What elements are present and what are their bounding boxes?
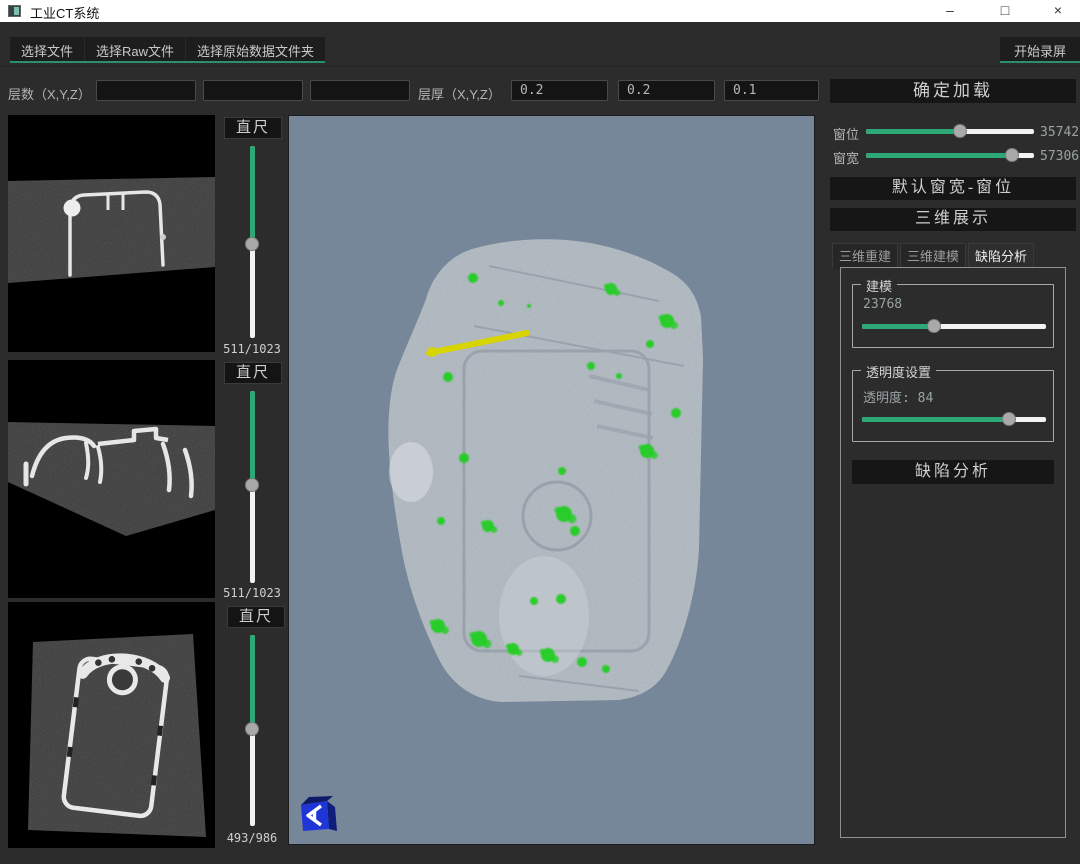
title-bar: 工业CT系统 – □ × bbox=[0, 0, 1080, 22]
window-width-label: 窗宽 bbox=[833, 148, 859, 167]
opacity-value-label: 透明度: 84 bbox=[863, 387, 933, 406]
layers-z-input[interactable] bbox=[310, 80, 410, 101]
slice-position-2: 511/1023 bbox=[216, 586, 288, 600]
ct-slice-top-view[interactable] bbox=[8, 115, 215, 352]
modeling-group-title: 建模 bbox=[861, 276, 897, 295]
modeling-value: 23768 bbox=[863, 297, 902, 312]
header-separator bbox=[0, 66, 1080, 67]
ct-slice-side-image bbox=[8, 602, 215, 848]
layers-y-input[interactable] bbox=[203, 80, 303, 101]
ct-slice-front-image bbox=[8, 360, 215, 598]
layers-x-input[interactable] bbox=[96, 80, 196, 101]
layers-label: 层数（X,Y,Z） bbox=[8, 84, 91, 103]
select-raw-file-button[interactable]: 选择Raw文件 bbox=[85, 37, 186, 61]
tab-defect-analysis[interactable]: 缺陷分析 bbox=[968, 243, 1034, 269]
window-level-value: 35742 bbox=[1040, 125, 1079, 140]
slider-handle[interactable] bbox=[245, 478, 259, 492]
slider-handle[interactable] bbox=[1005, 148, 1019, 162]
thickness-z-input[interactable] bbox=[724, 80, 819, 101]
opacity-slider[interactable] bbox=[862, 411, 1046, 427]
window-level-label: 窗位 bbox=[833, 124, 859, 143]
select-raw-folder-button[interactable]: 选择原始数据文件夹 bbox=[186, 37, 325, 61]
slider-handle[interactable] bbox=[927, 319, 941, 333]
thickness-y-input[interactable] bbox=[618, 80, 715, 101]
window-level-slider[interactable] bbox=[866, 123, 1034, 139]
tab-3d-reconstruction[interactable]: 三维重建 bbox=[832, 243, 898, 269]
thickness-x-input[interactable] bbox=[511, 80, 608, 101]
3d-display-button[interactable]: 三维展示 bbox=[830, 208, 1076, 231]
default-window-button[interactable]: 默认窗宽-窗位 bbox=[830, 177, 1076, 200]
slice-slider-2[interactable] bbox=[244, 391, 260, 583]
orientation-cube-logo bbox=[296, 794, 340, 836]
app-icon bbox=[8, 5, 21, 17]
tab-3d-modeling[interactable]: 三维建模 bbox=[900, 243, 966, 269]
defect-analysis-button[interactable]: 缺陷分析 bbox=[852, 460, 1054, 484]
thickness-label: 层厚（X,Y,Z） bbox=[418, 84, 501, 103]
slider-handle[interactable] bbox=[953, 124, 967, 138]
opacity-group-title: 透明度设置 bbox=[861, 362, 936, 381]
window-width-value: 57306 bbox=[1040, 149, 1079, 164]
industrial-ct-app-window: 工业CT系统 – □ × 选择文件 选择Raw文件 选择原始数据文件夹 开始录屏… bbox=[0, 0, 1080, 864]
slider-handle[interactable] bbox=[245, 722, 259, 736]
close-button[interactable]: × bbox=[1038, 0, 1078, 22]
slice-position-3: 493/986 bbox=[216, 831, 288, 845]
maximize-button[interactable]: □ bbox=[985, 0, 1025, 22]
3d-viewport[interactable] bbox=[288, 115, 815, 845]
ruler-button-3[interactable]: 直尺 bbox=[227, 606, 285, 628]
slider-handle[interactable] bbox=[245, 237, 259, 251]
slice-position-1: 511/1023 bbox=[216, 342, 288, 356]
modeling-groupbox: 建模 23768 bbox=[852, 284, 1054, 348]
window-title: 工业CT系统 bbox=[30, 3, 99, 22]
ruler-button-1[interactable]: 直尺 bbox=[224, 117, 282, 139]
defect-analysis-panel: 建模 23768 透明度设置 透明度: 84 缺陷分析 bbox=[840, 267, 1066, 838]
ct-slice-top-image bbox=[8, 115, 215, 352]
modeling-slider[interactable] bbox=[862, 318, 1046, 334]
file-toolbar: 选择文件 选择Raw文件 选择原始数据文件夹 bbox=[10, 37, 325, 63]
analysis-tabs: 三维重建 三维建模 缺陷分析 bbox=[832, 243, 1034, 269]
slice-slider-3[interactable] bbox=[244, 635, 260, 826]
window-width-slider[interactable] bbox=[866, 147, 1034, 163]
slice-slider-1[interactable] bbox=[244, 146, 260, 338]
slider-handle[interactable] bbox=[1002, 412, 1016, 426]
ruler-button-2[interactable]: 直尺 bbox=[224, 362, 282, 384]
opacity-groupbox: 透明度设置 透明度: 84 bbox=[852, 370, 1054, 442]
ct-slice-front-view[interactable] bbox=[8, 360, 215, 598]
minimize-button[interactable]: – bbox=[930, 0, 970, 22]
confirm-load-button[interactable]: 确定加载 bbox=[830, 79, 1076, 103]
3d-render bbox=[289, 116, 814, 844]
select-file-button[interactable]: 选择文件 bbox=[10, 37, 85, 61]
ct-slice-side-view[interactable] bbox=[8, 602, 215, 848]
start-recording-button[interactable]: 开始录屏 bbox=[1000, 37, 1080, 63]
